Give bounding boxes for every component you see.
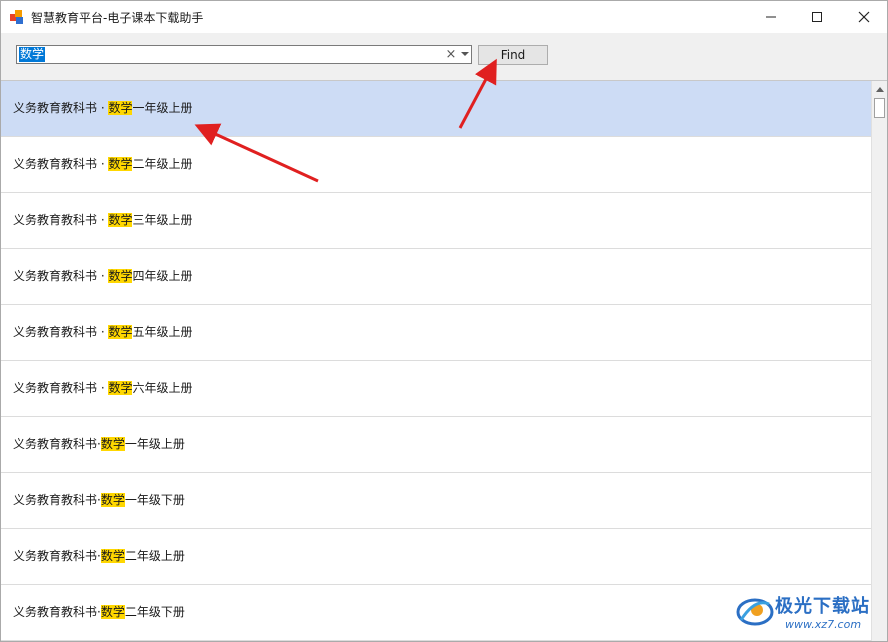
close-icon xyxy=(858,11,870,23)
item-prefix: 义务教育教科书· xyxy=(13,437,101,451)
list-item-label: 义务教育教科书 · 数学四年级上册 xyxy=(13,268,192,284)
clear-search-button[interactable]: × xyxy=(444,46,458,63)
list-item[interactable]: 义务教育教科书 · 数学四年级上册 xyxy=(1,249,871,305)
window-title: 智慧教育平台-电子课本下载助手 xyxy=(31,11,204,25)
item-prefix: 义务教育教科书 · xyxy=(13,381,109,395)
item-keyword-highlight: 数学 xyxy=(108,213,133,227)
item-prefix: 义务教育教科书· xyxy=(13,493,101,507)
list-item[interactable]: 义务教育教科书 · 数学一年级上册 xyxy=(1,81,871,137)
results-list[interactable]: 义务教育教科书 · 数学一年级上册 义务教育教科书 · 数学二年级上册 义务教育教科… xyxy=(1,81,871,641)
toolbar: 数学 × Find xyxy=(1,33,887,81)
item-suffix: 四年级上册 xyxy=(132,269,193,283)
list-item-label: 义务教育教科书 · 数学一年级上册 xyxy=(13,100,192,116)
close-button[interactable] xyxy=(841,1,887,33)
item-prefix: 义务教育教科书 · xyxy=(13,213,109,227)
list-item-label: 义务教育教科书 · 数学六年级上册 xyxy=(13,380,192,396)
watermark: 极光下载站 www.xz7.com xyxy=(735,590,885,638)
item-keyword-highlight: 数学 xyxy=(100,493,125,507)
list-item-label: 义务教育教科书·数学二年级上册 xyxy=(13,548,185,564)
item-suffix: 一年级上册 xyxy=(124,437,185,451)
item-keyword-highlight: 数学 xyxy=(108,269,133,283)
item-suffix: 二年级上册 xyxy=(132,157,193,171)
list-item[interactable]: 义务教育教科书 · 数学三年级上册 xyxy=(1,193,871,249)
item-suffix: 一年级下册 xyxy=(124,493,185,507)
scroll-up-button[interactable] xyxy=(872,81,887,97)
vertical-scrollbar[interactable] xyxy=(871,81,887,641)
find-button[interactable]: Find xyxy=(478,45,548,65)
item-keyword-highlight: 数学 xyxy=(108,381,133,395)
maximize-button[interactable] xyxy=(794,1,840,33)
chevron-up-icon xyxy=(876,86,884,92)
chevron-down-icon xyxy=(461,52,469,56)
list-item[interactable]: 义务教育教科书 · 数学五年级上册 xyxy=(1,305,871,361)
list-item-label: 义务教育教科书 · 数学五年级上册 xyxy=(13,324,192,340)
item-suffix: 六年级上册 xyxy=(132,381,193,395)
list-item-label: 义务教育教科书 · 数学二年级上册 xyxy=(13,156,192,172)
maximize-icon xyxy=(812,12,822,22)
item-suffix: 二年级上册 xyxy=(124,549,185,563)
app-window: 智慧教育平台-电子课本下载助手 数学 × Find 义务教育教科书 · 数学一年… xyxy=(0,0,888,642)
dropdown-button[interactable] xyxy=(458,46,472,63)
search-input-text[interactable]: 数学 xyxy=(19,47,46,62)
item-prefix: 义务教育教科书 · xyxy=(13,269,109,283)
watermark-logo-icon xyxy=(736,598,774,626)
item-prefix: 义务教育教科书 · xyxy=(13,325,109,339)
item-keyword-highlight: 数学 xyxy=(108,157,133,171)
item-keyword-highlight: 数学 xyxy=(108,325,133,339)
minimize-button[interactable] xyxy=(748,1,794,33)
watermark-url: www.xz7.com xyxy=(785,618,862,631)
watermark-brand: 极光下载站 xyxy=(775,596,870,617)
search-combobox[interactable]: 数学 × xyxy=(16,45,472,64)
item-suffix: 二年级下册 xyxy=(124,605,185,619)
list-item-label: 义务教育教科书·数学二年级下册 xyxy=(13,604,185,620)
item-suffix: 五年级上册 xyxy=(132,325,193,339)
item-keyword-highlight: 数学 xyxy=(100,605,125,619)
item-prefix: 义务教育教科书 · xyxy=(13,101,109,115)
item-prefix: 义务教育教科书· xyxy=(13,549,101,563)
list-item[interactable]: 义务教育教科书·数学一年级下册 xyxy=(1,473,871,529)
list-item[interactable]: 义务教育教科书·数学一年级上册 xyxy=(1,417,871,473)
list-item[interactable]: 义务教育教科书·数学二年级上册 xyxy=(1,529,871,585)
list-item[interactable]: 义务教育教科书 · 数学二年级上册 xyxy=(1,137,871,193)
list-item-label: 义务教育教科书·数学一年级下册 xyxy=(13,492,185,508)
item-prefix: 义务教育教科书· xyxy=(13,605,101,619)
list-item-label: 义务教育教科书·数学一年级上册 xyxy=(13,436,185,452)
item-keyword-highlight: 数学 xyxy=(100,437,125,451)
scrollbar-thumb[interactable] xyxy=(874,98,885,118)
item-prefix: 义务教育教科书 · xyxy=(13,157,109,171)
list-item[interactable]: 义务教育教科书 · 数学六年级上册 xyxy=(1,361,871,417)
item-keyword-highlight: 数学 xyxy=(100,549,125,563)
item-suffix: 一年级上册 xyxy=(132,101,193,115)
list-item-label: 义务教育教科书 · 数学三年级上册 xyxy=(13,212,192,228)
app-logo-icon xyxy=(10,10,25,25)
minimize-icon xyxy=(766,16,776,18)
title-bar[interactable]: 智慧教育平台-电子课本下载助手 xyxy=(1,1,887,33)
item-suffix: 三年级上册 xyxy=(132,213,193,227)
item-keyword-highlight: 数学 xyxy=(108,101,133,115)
